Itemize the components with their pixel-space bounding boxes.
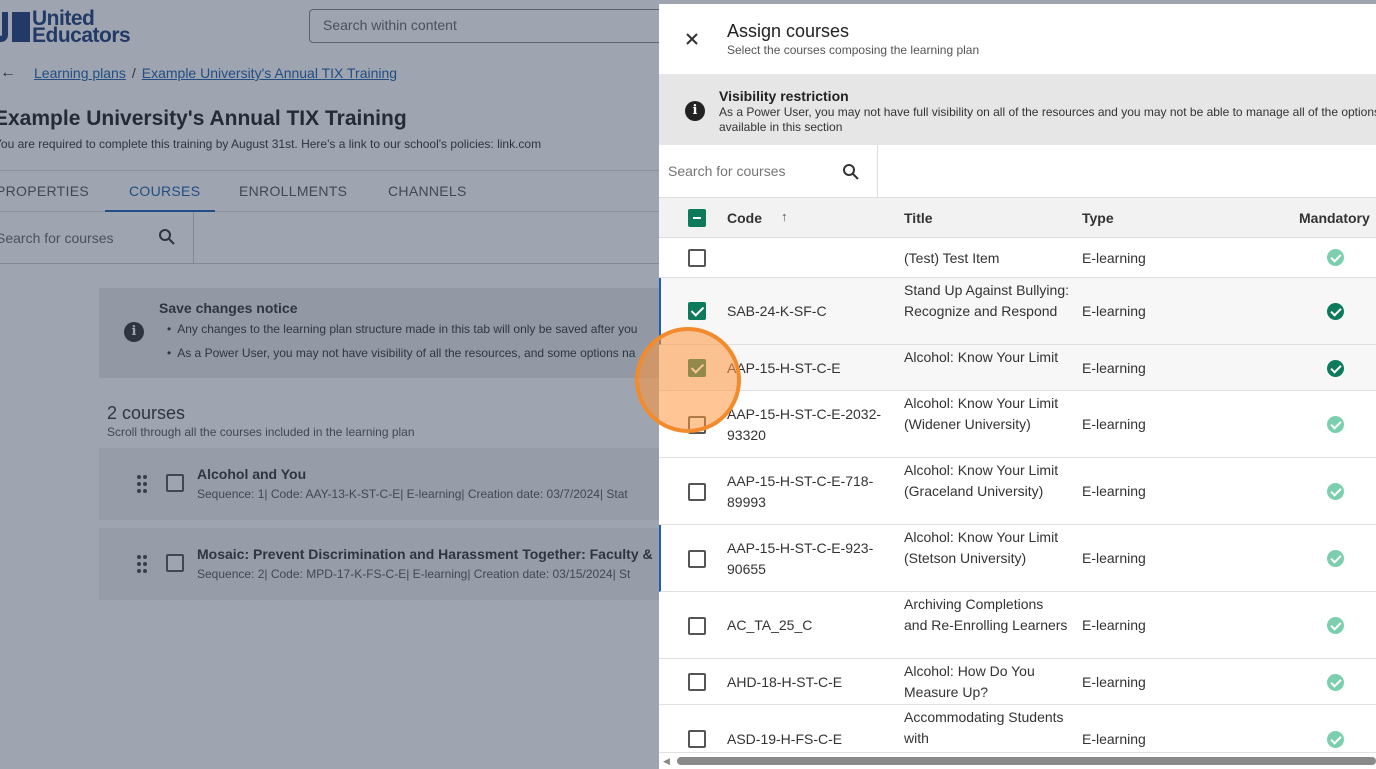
close-icon[interactable] bbox=[683, 30, 701, 48]
check-circle-icon[interactable] bbox=[1327, 416, 1344, 433]
scroll-left-icon[interactable]: ◀ bbox=[663, 756, 670, 767]
table-row[interactable]: AC_TA_25_C Archiving Completions and Re-… bbox=[659, 592, 1376, 659]
table-row[interactable]: AAP-15-H-ST-C-E Alcohol: Know Your Limit… bbox=[659, 345, 1376, 391]
row-code: AAP-15-H-ST-C-E-718-89993 bbox=[727, 473, 874, 510]
check-circle-icon[interactable] bbox=[1327, 249, 1344, 266]
row-type: E-learning bbox=[1082, 416, 1146, 432]
row-code: AHD-18-H-ST-C-E bbox=[727, 674, 843, 690]
column-header-mandatory[interactable]: Mandatory bbox=[1299, 210, 1370, 226]
drawer-search-bar bbox=[659, 145, 1376, 198]
info-icon: i bbox=[685, 101, 705, 121]
row-type: E-learning bbox=[1082, 360, 1146, 376]
arrow-up-icon[interactable]: ↑ bbox=[781, 209, 788, 224]
row-type: E-learning bbox=[1082, 674, 1146, 690]
table-row[interactable]: SAB-24-K-SF-C Stand Up Against Bullying:… bbox=[659, 278, 1376, 345]
row-code: AAP-15-H-ST-C-E bbox=[727, 360, 841, 376]
table-header: Code ↑ Title Type Mandatory bbox=[659, 198, 1376, 238]
row-code: SAB-24-K-SF-C bbox=[727, 303, 827, 319]
check-circle-icon[interactable] bbox=[1327, 550, 1344, 567]
row-type: E-learning bbox=[1082, 731, 1146, 747]
table-row[interactable]: (Test) Test Item E-learning bbox=[659, 238, 1376, 278]
row-code: AAP-15-H-ST-C-E-923-90655 bbox=[727, 540, 874, 577]
row-code: ASD-19-H-FS-C-E bbox=[727, 731, 843, 747]
check-circle-icon[interactable] bbox=[1327, 617, 1344, 634]
row-checkbox[interactable] bbox=[688, 483, 706, 501]
row-checkbox[interactable] bbox=[688, 550, 706, 568]
row-type: E-learning bbox=[1082, 303, 1146, 319]
row-title: Alcohol: Know Your Limit bbox=[904, 349, 1059, 365]
visibility-body: As a Power User, you may not have full v… bbox=[719, 105, 1376, 134]
row-type: E-learning bbox=[1082, 550, 1146, 566]
divider bbox=[877, 145, 878, 198]
table-row[interactable]: AAP-15-H-ST-C-E-718-89993 Alcohol: Know … bbox=[659, 458, 1376, 525]
row-checkbox[interactable] bbox=[688, 302, 706, 320]
column-header-title[interactable]: Title bbox=[904, 210, 933, 226]
row-type: E-learning bbox=[1082, 617, 1146, 633]
check-circle-icon[interactable] bbox=[1327, 483, 1344, 500]
row-checkbox[interactable] bbox=[688, 249, 706, 267]
visibility-restriction-notice: i Visibility restriction As a Power User… bbox=[659, 74, 1376, 145]
table-row[interactable]: AAP-15-H-ST-C-E-2032-93320 Alcohol: Know… bbox=[659, 391, 1376, 458]
check-circle-icon[interactable] bbox=[1327, 674, 1344, 691]
row-checkbox[interactable] bbox=[688, 617, 706, 635]
row-type: E-learning bbox=[1082, 483, 1146, 499]
row-title: Alcohol: How Do You Measure Up? bbox=[904, 663, 1035, 700]
drawer-title: Assign courses bbox=[727, 21, 850, 41]
row-type: E-learning bbox=[1082, 250, 1146, 266]
row-code: AC_TA_25_C bbox=[727, 617, 813, 633]
row-title: Stand Up Against Bullying: Recognize and… bbox=[904, 282, 1069, 319]
visibility-title: Visibility restriction bbox=[719, 88, 849, 104]
drawer-subtitle: Select the courses composing the learnin… bbox=[727, 43, 980, 57]
table-row[interactable]: AHD-18-H-ST-C-E Alcohol: How Do You Meas… bbox=[659, 659, 1376, 705]
row-code: AAP-15-H-ST-C-E-2032-93320 bbox=[727, 406, 882, 443]
row-title: (Test) Test Item bbox=[904, 250, 1000, 266]
row-title: Alcohol: Know Your Limit (Graceland Univ… bbox=[904, 462, 1059, 499]
row-checkbox[interactable] bbox=[688, 673, 706, 691]
row-title: Alcohol: Know Your Limit (Widener Univer… bbox=[904, 395, 1059, 432]
check-circle-icon[interactable] bbox=[1327, 303, 1344, 320]
table-row[interactable]: ASD-19-H-FS-C-E Accommodating Students w… bbox=[659, 705, 1376, 753]
check-circle-icon[interactable] bbox=[1327, 731, 1344, 748]
table-row[interactable]: AAP-15-H-ST-C-E-923-90655 Alcohol: Know … bbox=[659, 525, 1376, 592]
row-title: Accommodating Students with bbox=[904, 709, 1064, 746]
click-indicator bbox=[635, 327, 741, 433]
check-circle-icon[interactable] bbox=[1327, 360, 1344, 377]
horizontal-scrollbar[interactable]: ◀ bbox=[659, 753, 1376, 769]
column-header-type[interactable]: Type bbox=[1082, 210, 1114, 226]
row-title: Alcohol: Know Your Limit (Stetson Univer… bbox=[904, 529, 1059, 566]
row-checkbox[interactable] bbox=[688, 730, 706, 748]
scrollbar-thumb[interactable] bbox=[677, 757, 1376, 765]
drawer-search-input[interactable] bbox=[668, 163, 828, 179]
column-header-code[interactable]: Code bbox=[727, 210, 762, 226]
row-title: Archiving Completions and Re-Enrolling L… bbox=[904, 596, 1068, 633]
assign-courses-drawer: Assign courses Select the courses compos… bbox=[659, 4, 1376, 769]
search-icon[interactable] bbox=[842, 163, 860, 181]
select-all-checkbox[interactable] bbox=[688, 209, 706, 227]
